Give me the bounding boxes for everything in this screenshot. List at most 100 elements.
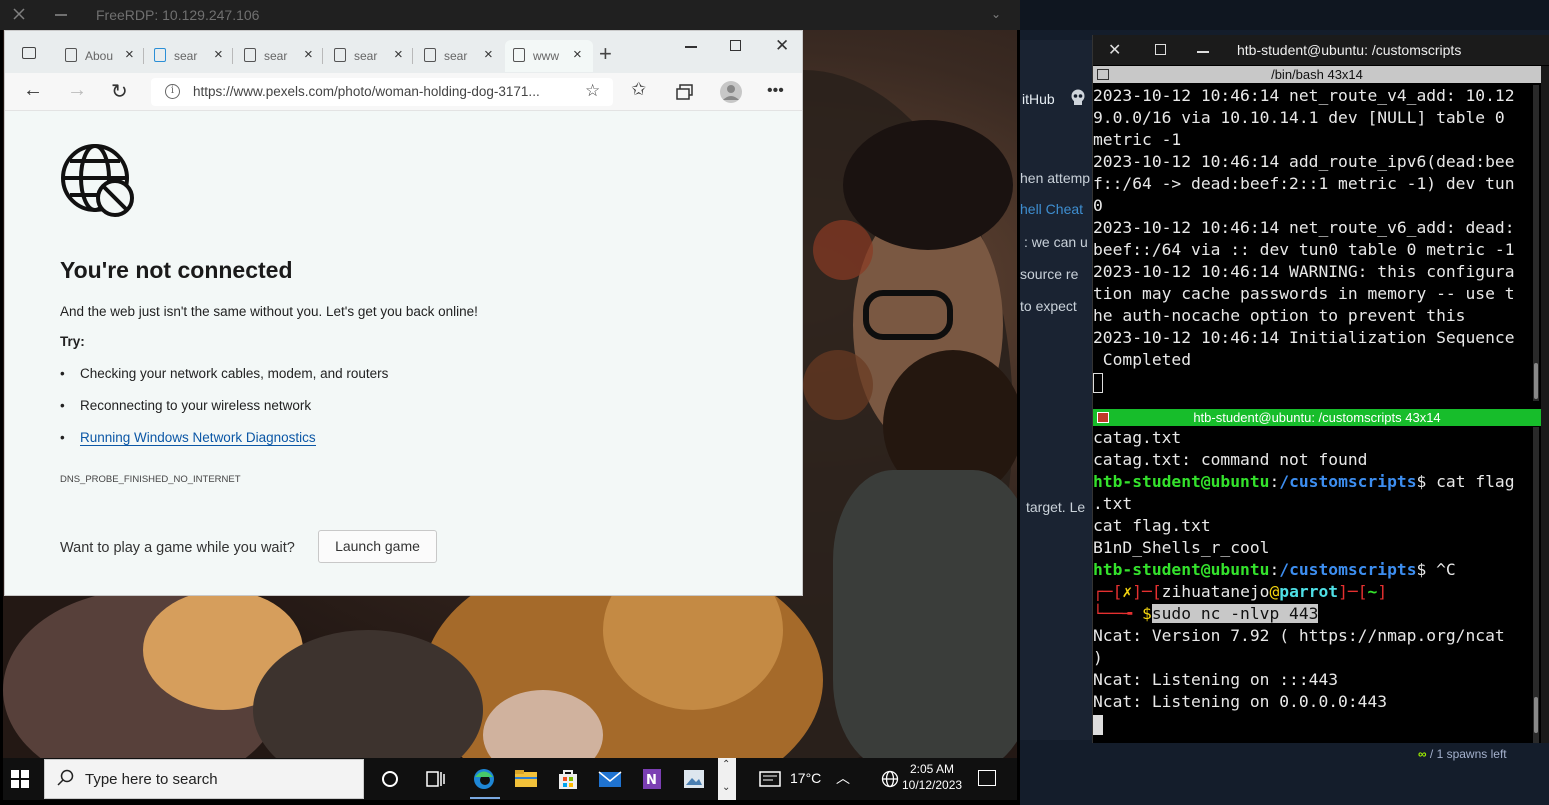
scrollbar[interactable] bbox=[1533, 427, 1539, 743]
globe-offline-icon bbox=[61, 144, 134, 217]
terminal-pane-top[interactable]: 2023-10-12 10:46:14 net_route_v4_add: 10… bbox=[1093, 85, 1533, 395]
scrollbar-thumb[interactable] bbox=[1534, 363, 1538, 399]
onenote-icon[interactable]: N bbox=[640, 768, 664, 790]
terminal-cursor bbox=[1093, 714, 1103, 735]
add-favorite-icon[interactable]: ☆ bbox=[585, 81, 600, 101]
tab-separator bbox=[143, 48, 144, 64]
close-icon[interactable]: ✕ bbox=[1108, 40, 1121, 60]
chevron-down-icon[interactable]: ⌄ bbox=[722, 782, 730, 793]
prompt-bracket: ┌─[ bbox=[1093, 582, 1123, 601]
prompt-line: htb-student@ubuntu:/customscripts$ cat f… bbox=[1093, 471, 1533, 493]
profile-avatar[interactable] bbox=[719, 80, 743, 104]
file-explorer-icon[interactable] bbox=[514, 768, 538, 790]
output-line: Completed bbox=[1093, 350, 1192, 369]
browser-tab[interactable]: sear × bbox=[326, 40, 414, 72]
prompt-bracket: ] bbox=[1377, 582, 1388, 601]
cortana-icon[interactable] bbox=[378, 768, 402, 790]
freerdp-titlebar[interactable]: FreeRDP: 10.129.247.106 ⌄ bbox=[0, 0, 1020, 30]
edge-icon[interactable] bbox=[472, 768, 496, 790]
close-icon[interactable]: × bbox=[484, 46, 493, 63]
taskbar-scroll[interactable]: ⌃ ⌄ bbox=[718, 758, 736, 800]
store-icon[interactable] bbox=[556, 768, 580, 790]
notification-icon[interactable] bbox=[978, 770, 996, 786]
close-icon[interactable]: × bbox=[573, 46, 582, 63]
show-hidden-icons-chevron-icon[interactable]: ︿ bbox=[836, 768, 850, 788]
output-line: metric -1 bbox=[1093, 130, 1182, 149]
refresh-icon[interactable]: ↻ bbox=[111, 79, 128, 104]
browser-tab-active[interactable]: www × bbox=[505, 40, 593, 72]
output-line: catag.txt: command not found bbox=[1093, 450, 1368, 469]
svg-text:N: N bbox=[646, 773, 657, 788]
more-icon[interactable]: ••• bbox=[767, 82, 784, 100]
output-line: .txt bbox=[1093, 494, 1133, 513]
weather-icon[interactable] bbox=[759, 771, 781, 787]
new-tab-icon[interactable]: + bbox=[599, 41, 612, 67]
infinity-icon: ∞ bbox=[1418, 747, 1427, 761]
clock[interactable]: 2:05 AM 10/12/2023 bbox=[902, 761, 962, 793]
windows-start-icon[interactable] bbox=[11, 770, 29, 788]
scrollbar-thumb[interactable] bbox=[1534, 697, 1538, 733]
mail-icon[interactable] bbox=[598, 768, 622, 790]
pane-grid-icon[interactable] bbox=[1097, 69, 1109, 80]
suggestion-text: Reconnecting to your wireless network bbox=[80, 398, 312, 413]
close-icon[interactable]: ✕ bbox=[775, 36, 789, 56]
terminal-pane-bottom[interactable]: catag.txt catag.txt: command not found htb… bbox=[1093, 427, 1533, 743]
maximize-icon[interactable] bbox=[730, 40, 741, 51]
close-icon[interactable]: × bbox=[394, 46, 403, 63]
pane-grid-icon[interactable] bbox=[1097, 412, 1109, 423]
search-icon bbox=[57, 769, 74, 786]
output-line: cat flag.txt bbox=[1093, 516, 1211, 535]
output-line: 2023-10-12 10:46:14 net_route_v6_add: de… bbox=[1093, 218, 1515, 237]
minimize-icon[interactable] bbox=[685, 46, 697, 48]
pane-header[interactable]: /bin/bash 43x14 bbox=[1093, 66, 1541, 83]
info-icon[interactable]: i bbox=[165, 84, 180, 99]
network-globe-icon[interactable] bbox=[881, 770, 899, 788]
output-line: 2023-10-12 10:46:14 Initialization Seque… bbox=[1093, 328, 1515, 347]
bullet: • bbox=[60, 430, 65, 445]
url-text[interactable]: https://www.pexels.com/photo/woman-holdi… bbox=[193, 84, 573, 99]
pane-title: htb-student@ubuntu: /customscripts 43x14 bbox=[1193, 410, 1441, 425]
background-link[interactable]: hell Cheat bbox=[1020, 201, 1083, 217]
photo-bokeh bbox=[803, 350, 873, 420]
minimize-icon[interactable] bbox=[55, 14, 67, 16]
favorites-icon[interactable]: ✩ bbox=[631, 79, 646, 100]
scrollbar[interactable] bbox=[1533, 85, 1539, 401]
chevron-down-icon[interactable]: ⌄ bbox=[991, 7, 1001, 21]
active-app-indicator bbox=[470, 797, 500, 799]
close-icon[interactable]: × bbox=[304, 46, 313, 63]
browser-tab[interactable]: Abou × bbox=[57, 40, 145, 72]
terminal-edge bbox=[1541, 66, 1549, 743]
output-line: 2023-10-12 10:46:14 WARNING: this config… bbox=[1093, 262, 1515, 281]
background-page-panel bbox=[1020, 40, 1100, 740]
command-line: └──╼ $sudo nc -nlvp 443 bbox=[1093, 603, 1533, 625]
browser-tab[interactable]: sear × bbox=[416, 40, 504, 72]
terminal-window: ✕ htb-student@ubuntu: /customscripts /bi… bbox=[1092, 35, 1549, 743]
collections-icon[interactable] bbox=[676, 84, 694, 100]
address-bar[interactable]: i https://www.pexels.com/photo/woman-hol… bbox=[151, 78, 613, 106]
github-link[interactable]: itHub bbox=[1022, 91, 1055, 107]
minimize-icon[interactable] bbox=[1197, 51, 1209, 53]
terminal-titlebar[interactable]: ✕ htb-student@ubuntu: /customscripts bbox=[1093, 35, 1549, 65]
edge-browser-window: Abou × sear × sear × sear × sear × www ×… bbox=[4, 30, 803, 596]
suggestion-text: Checking your network cables, modem, and… bbox=[80, 366, 389, 381]
forward-icon[interactable]: → bbox=[67, 79, 87, 102]
screen: itHub hen attemp hell Cheat : we can u s… bbox=[0, 0, 1549, 805]
network-diagnostics-link[interactable]: Running Windows Network Diagnostics bbox=[80, 430, 316, 446]
close-icon[interactable]: × bbox=[125, 46, 134, 63]
browser-tab[interactable]: sear × bbox=[236, 40, 324, 72]
close-icon[interactable]: × bbox=[214, 46, 223, 63]
command-text: $ cat flag bbox=[1416, 472, 1515, 491]
taskbar-search-box[interactable]: Type here to search bbox=[44, 759, 364, 799]
tab-actions-icon[interactable] bbox=[22, 47, 36, 59]
launch-game-button[interactable]: Launch game bbox=[318, 530, 437, 563]
pane-header-active[interactable]: htb-student@ubuntu: /customscripts 43x14 bbox=[1093, 409, 1541, 426]
chevron-up-icon[interactable]: ⌃ bbox=[722, 759, 730, 770]
back-icon[interactable]: ← bbox=[23, 79, 43, 102]
weather-temperature[interactable]: 17°C bbox=[790, 770, 821, 786]
maximize-icon[interactable] bbox=[1155, 44, 1166, 55]
browser-tab[interactable]: sear × bbox=[146, 40, 234, 72]
close-icon[interactable] bbox=[10, 5, 28, 23]
tab-label: sear bbox=[264, 49, 288, 63]
task-view-icon[interactable] bbox=[424, 768, 448, 790]
photos-icon[interactable] bbox=[682, 768, 706, 790]
